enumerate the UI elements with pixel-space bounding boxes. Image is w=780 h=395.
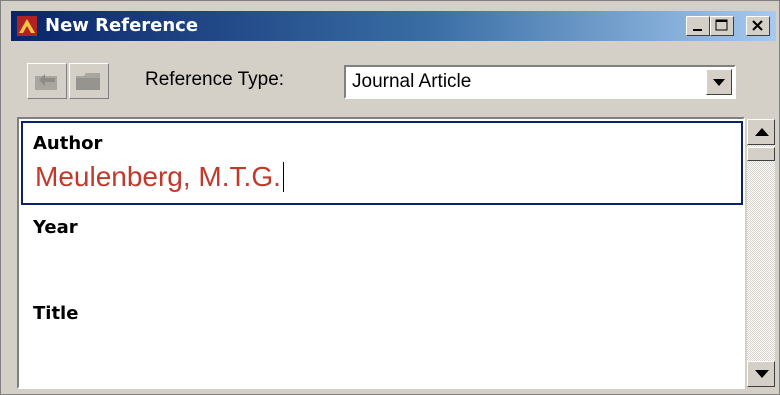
close-icon bbox=[752, 20, 763, 31]
reference-fields-panel: Author Meulenberg, M.T.G. Year Title bbox=[17, 117, 745, 389]
maximize-button[interactable] bbox=[710, 16, 734, 36]
endnote-app-icon[interactable] bbox=[17, 16, 37, 36]
back-icon bbox=[35, 74, 57, 90]
close-button[interactable] bbox=[746, 16, 770, 36]
year-label: Year bbox=[33, 217, 78, 238]
scroll-up-button[interactable] bbox=[747, 119, 775, 145]
scroll-down-button[interactable] bbox=[747, 361, 775, 387]
back-button[interactable] bbox=[27, 63, 67, 99]
author-input[interactable]: Meulenberg, M.T.G. bbox=[35, 161, 284, 193]
arrow-up-icon bbox=[755, 128, 769, 136]
title-field[interactable]: Title bbox=[21, 295, 743, 385]
new-reference-window: New Reference Reference Type: Journal Ar… bbox=[0, 0, 780, 395]
reference-type-select[interactable]: Journal Article bbox=[344, 65, 736, 99]
text-cursor bbox=[282, 162, 284, 192]
window-title: New Reference bbox=[45, 15, 199, 36]
scroll-thumb[interactable] bbox=[747, 147, 775, 161]
toolbar: Reference Type: Journal Article bbox=[11, 43, 776, 113]
folder-icon bbox=[76, 73, 100, 90]
year-field[interactable]: Year bbox=[21, 209, 743, 289]
author-value: Meulenberg, M.T.G. bbox=[35, 161, 281, 192]
reference-type-value: Journal Article bbox=[352, 71, 472, 92]
author-label: Author bbox=[33, 133, 103, 154]
arrow-down-icon bbox=[755, 370, 769, 378]
reference-type-label: Reference Type: bbox=[145, 69, 285, 90]
minimize-icon bbox=[693, 29, 702, 31]
vertical-scrollbar[interactable] bbox=[747, 119, 775, 387]
reference-type-dropdown-button[interactable] bbox=[706, 69, 732, 95]
title-bar[interactable]: New Reference bbox=[11, 11, 776, 41]
author-field[interactable]: Author Meulenberg, M.T.G. bbox=[21, 121, 743, 205]
title-label: Title bbox=[33, 303, 79, 324]
chevron-down-icon bbox=[713, 79, 725, 86]
minimize-button[interactable] bbox=[686, 16, 710, 36]
folder-button[interactable] bbox=[69, 63, 109, 99]
maximize-icon bbox=[715, 19, 728, 31]
